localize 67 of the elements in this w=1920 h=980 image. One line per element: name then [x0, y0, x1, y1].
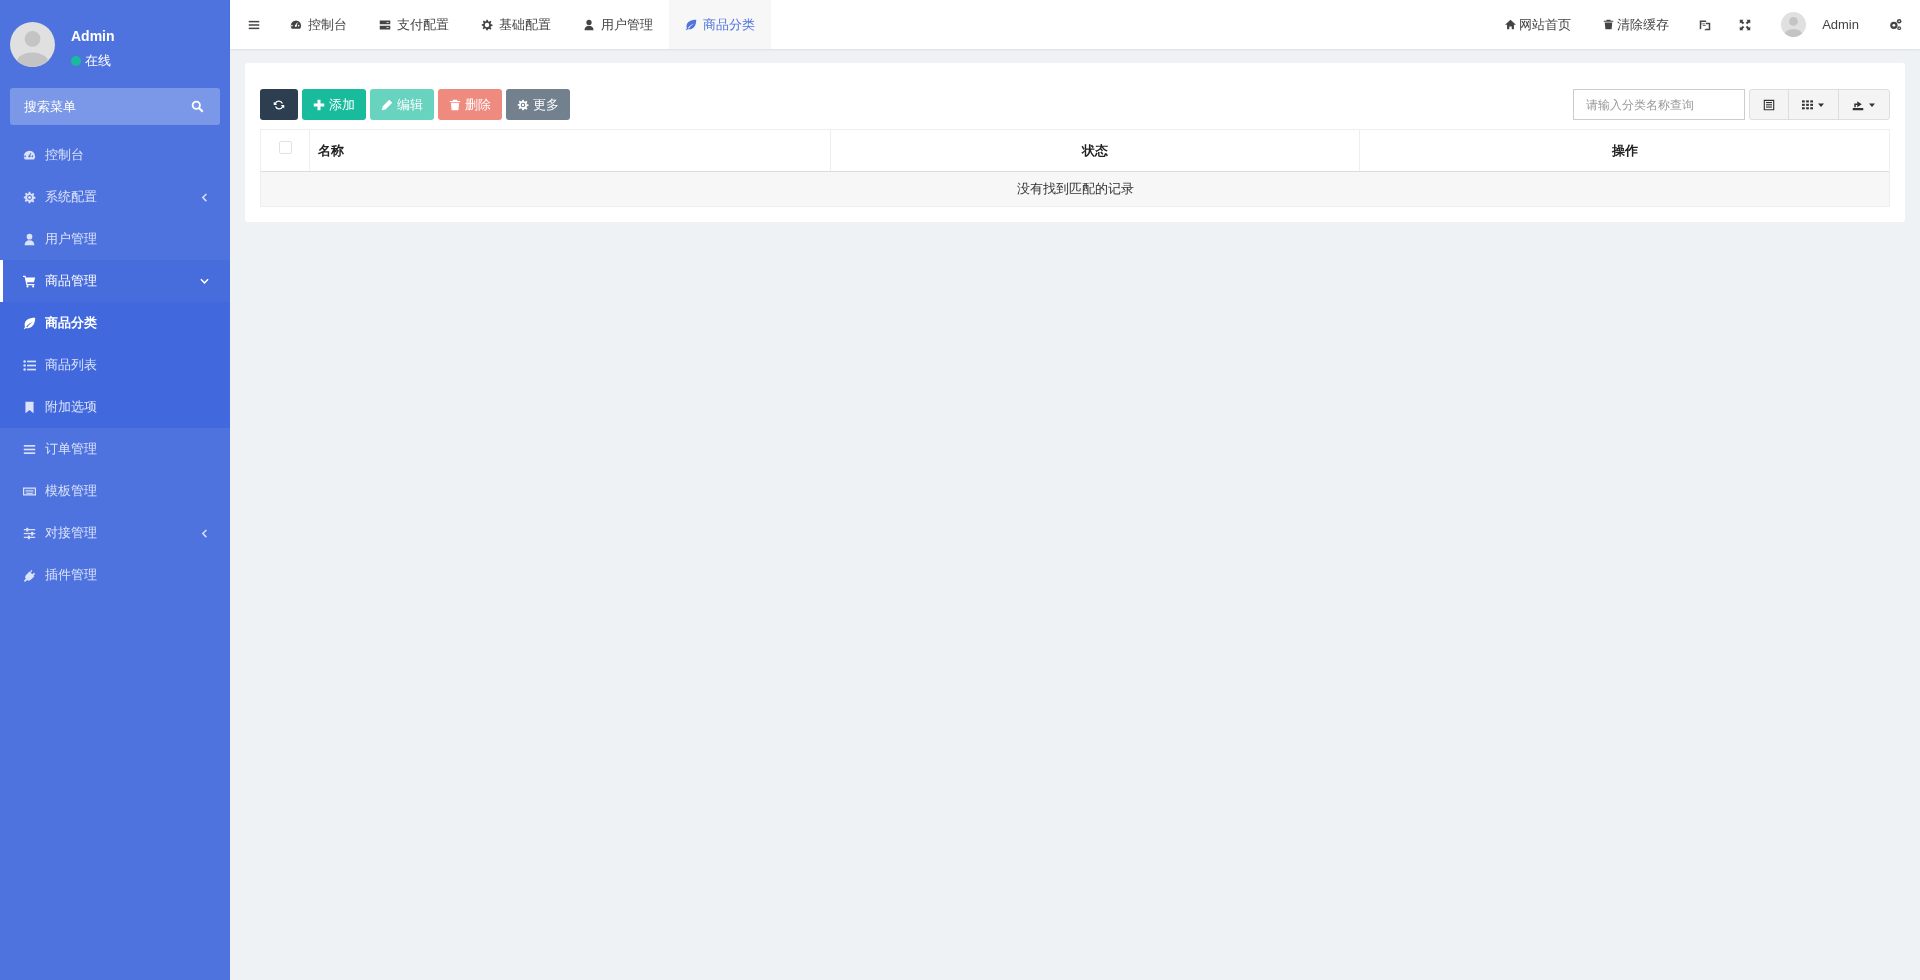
status-text: 在线: [85, 52, 111, 70]
trash-icon: [449, 98, 461, 111]
user-icon: [23, 232, 36, 246]
refresh-button[interactable]: [260, 89, 298, 120]
list-icon: [23, 358, 36, 372]
header-link[interactable]: 网站首页: [1489, 0, 1588, 49]
search-field[interactable]: 请输入分类名称查询: [1573, 89, 1745, 120]
plug-icon: [23, 568, 36, 582]
refresh-icon: [273, 98, 285, 111]
nav-tab[interactable]: 控制台: [274, 0, 363, 49]
select-all-checkbox[interactable]: [278, 140, 292, 154]
menu-item[interactable]: 用户管理: [0, 218, 230, 260]
home-icon: [1505, 19, 1517, 30]
cart-icon: [23, 274, 36, 288]
empty-message: 没有找到匹配的记录: [1016, 181, 1134, 196]
gears-icon: [1889, 18, 1902, 31]
menu-item[interactable]: 对接管理: [0, 512, 230, 554]
menu-item[interactable]: 系统配置: [0, 176, 230, 218]
submenu-item[interactable]: 商品列表: [0, 344, 230, 386]
menu-item[interactable]: 控制台: [0, 134, 230, 176]
plus-icon: [313, 98, 325, 111]
user-menu-link[interactable]: Admin: [1822, 14, 1859, 35]
user-name: Admin: [71, 27, 115, 46]
leaf-icon: [23, 316, 36, 330]
menu-item[interactable]: 订单管理: [0, 428, 230, 470]
leaf-icon: [685, 18, 697, 31]
gear-icon: [481, 18, 493, 31]
bookmark-icon: [23, 400, 36, 414]
column-header: 操作: [1611, 142, 1638, 158]
chevron-left-icon: [199, 527, 210, 539]
gauge-icon: [290, 18, 302, 31]
avatar: [10, 22, 55, 67]
nav-tab[interactable]: 基础配置: [465, 0, 567, 49]
avatar: [1781, 12, 1807, 37]
user-icon: [583, 18, 595, 31]
column-header: 状态: [1082, 142, 1109, 158]
chevron-left-icon: [199, 191, 210, 203]
menu-search-field[interactable]: 搜索菜单: [10, 88, 220, 125]
table-icon: [1763, 98, 1775, 111]
grid-icon: [1802, 99, 1813, 110]
submenu-item[interactable]: 商品分类: [0, 302, 230, 344]
nav-tab[interactable]: 商品分类: [669, 0, 771, 49]
pencil-icon: [381, 98, 393, 111]
gauge-icon: [23, 148, 36, 162]
menu-item[interactable]: 商品管理: [0, 260, 230, 302]
status-dot: [71, 55, 81, 66]
add-button[interactable]: 添加: [302, 89, 366, 120]
more-button[interactable]: 更多: [506, 89, 570, 120]
expand-icon: [1739, 18, 1752, 31]
server-icon: [379, 18, 391, 31]
column-header: 名称: [318, 142, 345, 158]
submenu-item[interactable]: 附加选项: [0, 386, 230, 428]
nav-tab[interactable]: 支付配置: [363, 0, 465, 49]
bars-icon: [23, 442, 36, 456]
translate-icon: [1699, 18, 1712, 31]
sliders-icon: [23, 526, 36, 540]
menu-icon: [248, 18, 260, 31]
gear-icon: [23, 190, 36, 204]
keyboard-icon: [23, 484, 36, 498]
menu-item[interactable]: 模板管理: [0, 470, 230, 512]
gear-icon: [517, 98, 529, 111]
search-icon: [191, 100, 204, 113]
nav-tab[interactable]: 用户管理: [567, 0, 669, 49]
menu-item[interactable]: 插件管理: [0, 554, 230, 596]
trash-icon: [1603, 19, 1615, 30]
header-link[interactable]: 清除缓存: [1587, 0, 1686, 49]
export-icon: [1852, 98, 1864, 111]
